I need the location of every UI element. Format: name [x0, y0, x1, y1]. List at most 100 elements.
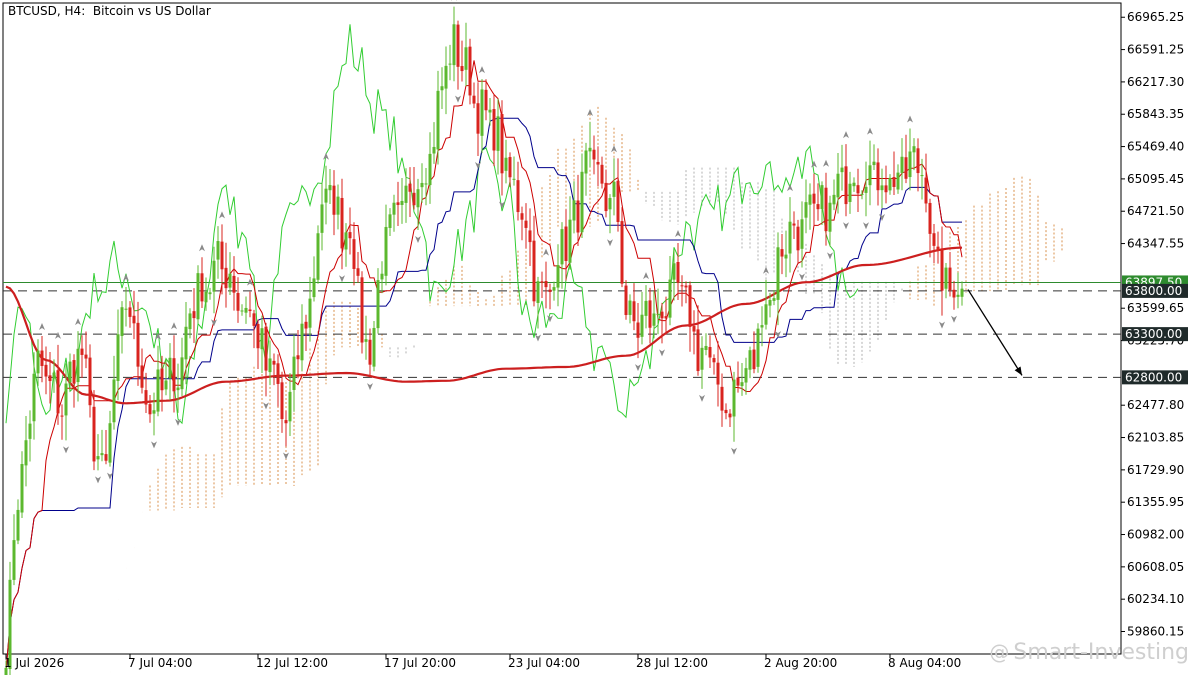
y-tick-label: 59860.15: [1127, 625, 1184, 639]
candle-body: [464, 47, 468, 70]
candle-body: [792, 223, 796, 226]
candle-body: [868, 165, 872, 186]
candle-body: [84, 354, 88, 359]
candle-body: [336, 196, 340, 215]
candle-body: [848, 183, 852, 202]
candle-body: [788, 221, 792, 254]
candle-body: [44, 364, 48, 377]
candle-body: [524, 220, 528, 228]
candle-body: [784, 254, 788, 259]
candle-body: [544, 280, 548, 288]
y-tick-label: 64347.55: [1127, 237, 1184, 251]
candle-body: [12, 540, 16, 580]
candle-body: [100, 453, 104, 456]
candle-body: [612, 181, 616, 197]
candle-body: [76, 348, 80, 383]
candle-body: [180, 357, 184, 390]
candle-body: [472, 95, 476, 104]
candle-body: [908, 151, 912, 178]
candle-body: [708, 346, 712, 358]
candle-body: [640, 314, 644, 337]
candle-body: [912, 146, 916, 153]
candle-body: [36, 350, 40, 374]
candle-body: [584, 150, 588, 174]
candle-body: [112, 379, 116, 423]
candle-body: [696, 329, 700, 372]
candle-body: [752, 349, 756, 370]
candle-body: [660, 311, 664, 319]
x-tick-label: 23 Jul 04:00: [508, 656, 580, 670]
candle-body: [72, 360, 76, 384]
timeframe-label: H4:: [64, 4, 86, 18]
x-tick-label: 28 Jul 12:00: [636, 656, 708, 670]
candle-body: [244, 307, 248, 313]
candle-body: [104, 454, 108, 461]
level-tag-text: 63800.00: [1125, 284, 1182, 298]
candle-body: [504, 157, 508, 171]
y-tick-label: 65843.35: [1127, 107, 1184, 121]
candle-body: [552, 287, 556, 291]
candle-body: [88, 357, 92, 406]
candle-body: [572, 200, 576, 221]
candle-body: [748, 350, 752, 370]
candle-body: [400, 200, 404, 205]
candle-body: [128, 307, 132, 317]
candle-body: [592, 149, 596, 160]
y-tick-label: 65469.40: [1127, 140, 1184, 154]
candle-body: [440, 86, 444, 91]
candle-body: [872, 161, 876, 166]
candle-body: [948, 267, 952, 291]
candle-body: [204, 291, 208, 303]
y-tick-label: 65095.45: [1127, 172, 1184, 186]
candle-body: [804, 202, 808, 218]
candle-body: [836, 173, 840, 198]
candle-body: [92, 406, 96, 462]
candle-body: [216, 241, 220, 260]
candle-body: [944, 267, 948, 289]
candle-body: [652, 313, 656, 326]
candle-body: [528, 230, 532, 243]
candle-body: [288, 391, 292, 422]
candle-body: [160, 368, 164, 391]
candle-body: [932, 233, 936, 246]
candle-body: [20, 464, 24, 513]
candle-body: [320, 204, 324, 233]
candle-body: [360, 277, 364, 343]
price-axis: 66965.25 66591.25 66217.30 65843.35 65469.40…: [1121, 10, 1188, 639]
candle-body: [120, 307, 124, 336]
candle-body: [684, 285, 688, 288]
candle-body: [188, 313, 192, 330]
candle-body: [340, 197, 344, 249]
candle-body: [704, 345, 708, 350]
candle-body: [812, 193, 816, 204]
candle-body: [300, 323, 304, 361]
candle-body: [368, 339, 372, 365]
candle-body: [344, 232, 348, 250]
candle-body: [380, 273, 384, 280]
candle-body: [816, 204, 820, 210]
candle-body: [460, 66, 464, 72]
candle-body: [408, 183, 412, 192]
y-tick-label: 66217.30: [1127, 75, 1184, 89]
y-tick-label: 60234.10: [1127, 592, 1184, 606]
candle-body: [40, 350, 44, 367]
y-tick-label: 61355.95: [1127, 495, 1184, 509]
candle-body: [668, 279, 672, 318]
candle-body: [252, 313, 256, 326]
candle-body: [680, 285, 684, 287]
candle-body: [284, 420, 288, 424]
candle-body: [656, 313, 660, 315]
candle-body: [476, 103, 480, 134]
candle-body: [312, 278, 316, 298]
fractal-up-marker: [451, 0, 457, 1]
candle-body: [856, 185, 860, 194]
candle-body: [776, 247, 780, 300]
candle-body: [648, 300, 652, 328]
candle-body: [824, 187, 828, 232]
candle-body: [308, 298, 312, 328]
candle-body: [780, 249, 784, 257]
y-tick-label: 64721.50: [1127, 204, 1184, 218]
candle-body: [144, 390, 148, 405]
candle-body: [800, 219, 804, 249]
candle-body: [280, 382, 284, 420]
